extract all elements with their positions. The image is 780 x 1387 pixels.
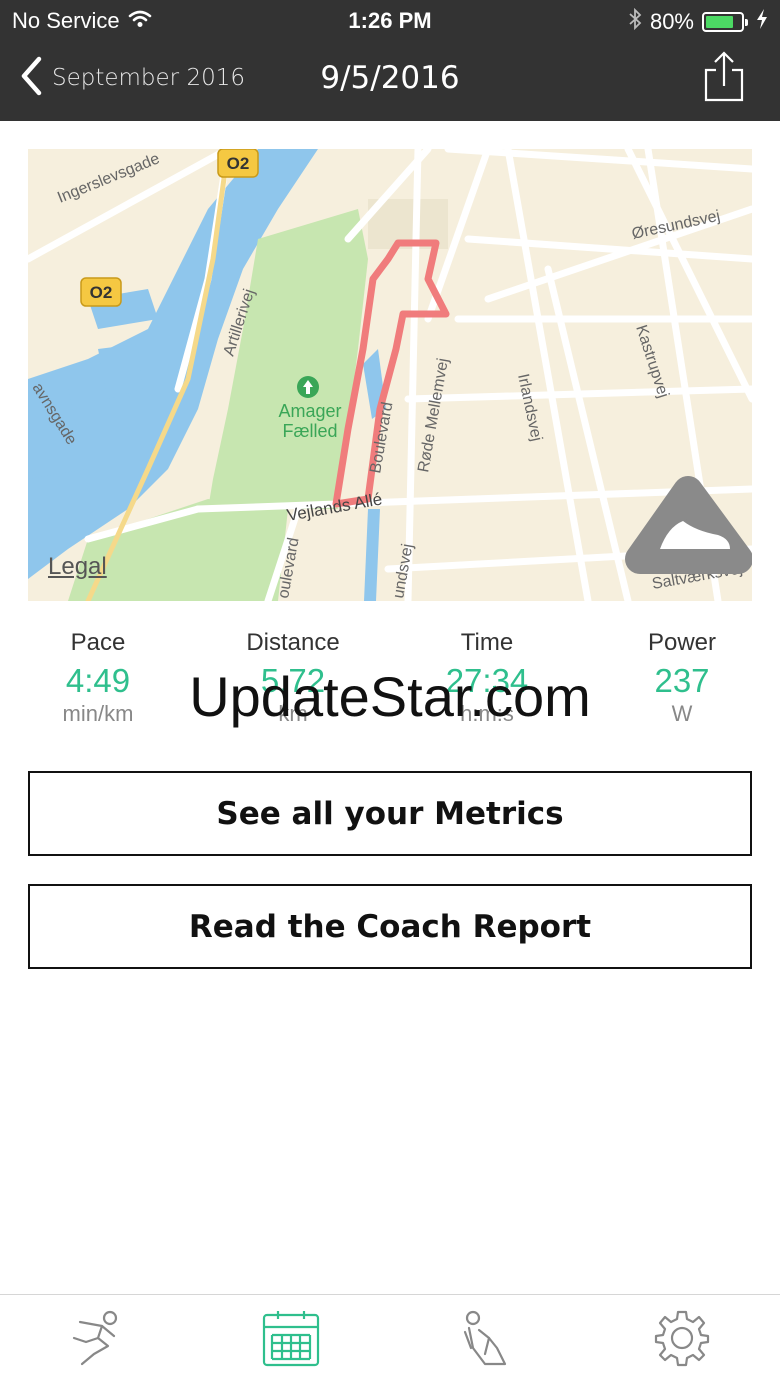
metric-unit: km xyxy=(278,701,308,726)
road-badge-label: O2 xyxy=(227,154,250,173)
calendar-icon xyxy=(262,1309,320,1371)
app-header: No Service 1:26 PM 80% September 2016 9/… xyxy=(0,0,780,121)
metric-value: 237 xyxy=(654,662,710,699)
battery-icon xyxy=(702,12,748,32)
metric-power: Power 237 W xyxy=(592,626,772,730)
map-legal-link[interactable]: Legal xyxy=(48,553,107,581)
tab-calendar[interactable] xyxy=(258,1309,324,1371)
shoe-icon xyxy=(625,476,752,574)
battery-fill xyxy=(706,16,734,28)
tab-training[interactable] xyxy=(454,1309,520,1371)
bluetooth-icon xyxy=(628,7,642,36)
battery-percent: 80% xyxy=(649,9,694,34)
metric-label: Distance xyxy=(246,629,340,656)
road-badge-label: O2 xyxy=(90,283,113,302)
metric-label: Time xyxy=(460,629,514,656)
page-title: 9/5/2016 xyxy=(320,60,460,96)
metric-unit: W xyxy=(671,701,693,726)
metric-label: Pace xyxy=(70,629,126,656)
map-graphic: O2 O2 Ingerslevsgade Øresundsvej Artille… xyxy=(28,149,752,601)
charging-icon xyxy=(756,9,768,35)
street-label: Irlandsvej xyxy=(514,372,545,443)
tab-bar xyxy=(0,1294,780,1387)
metric-unit: h:m:s xyxy=(460,701,514,726)
stretching-icon xyxy=(459,1308,515,1372)
metric-value: 4:49 xyxy=(65,662,131,699)
street-label: Røde Mellemvej xyxy=(415,357,452,474)
tab-settings[interactable] xyxy=(649,1309,715,1371)
metric-unit: min/km xyxy=(62,701,134,726)
metric-time: Time 27:34 h:m:s xyxy=(397,626,577,730)
coach-report-button[interactable]: Read the Coach Report xyxy=(28,884,752,969)
settings-icon xyxy=(653,1309,711,1371)
share-icon[interactable] xyxy=(702,50,746,104)
see-all-metrics-button[interactable]: See all your Metrics xyxy=(28,771,752,856)
route-map[interactable]: O2 O2 Ingerslevsgade Øresundsvej Artille… xyxy=(28,149,752,601)
metrics-row: Pace 4:49 min/km Distance 5.72 km Time 2… xyxy=(0,626,780,736)
street-label: Ingerslevsgade xyxy=(55,150,162,206)
status-bar: No Service 1:26 PM 80% xyxy=(0,0,780,40)
metric-value: 5.72 xyxy=(260,662,326,699)
park-label: Amager Fælled xyxy=(278,401,342,441)
metric-pace: Pace 4:49 min/km xyxy=(8,626,188,730)
street-label: Kastrupvej xyxy=(632,323,672,400)
navigation-bar: September 2016 9/5/2016 xyxy=(0,40,780,121)
metric-distance: Distance 5.72 km xyxy=(203,626,383,730)
metric-value: 27:34 xyxy=(445,662,529,699)
tab-runs[interactable] xyxy=(63,1309,129,1371)
runner-icon xyxy=(68,1308,124,1372)
metric-label: Power xyxy=(647,629,717,656)
